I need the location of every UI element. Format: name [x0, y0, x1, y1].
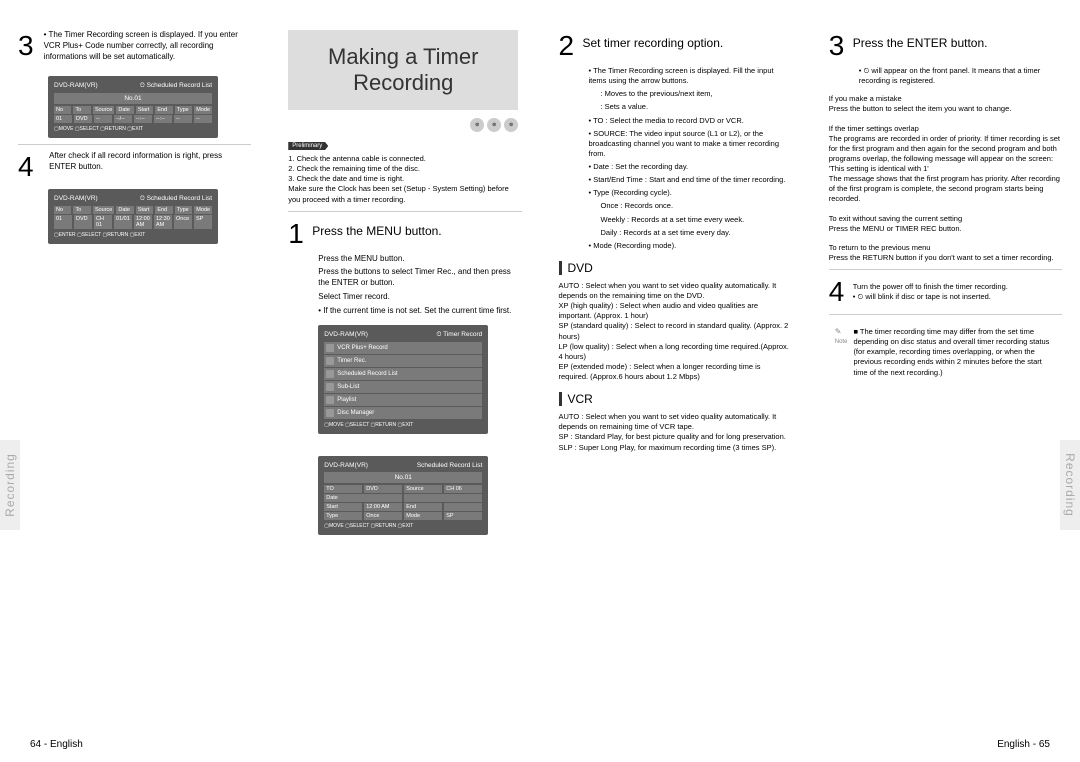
manual-spread: Recording 3 • The Timer Recording screen…: [0, 0, 1080, 762]
step-1: 1 Press the MENU button.: [288, 218, 521, 250]
badge-icon: ⊚: [487, 118, 501, 132]
mistake-head: If you make a mistake: [829, 94, 1062, 104]
preliminary-badge: Preliminary: [288, 142, 328, 150]
column-4: Recording 3 Press the ENTER button. • ⏲ …: [810, 0, 1080, 762]
vcr-body: AUTO : Select when you want to set video…: [559, 412, 792, 453]
return-head: To return to the previous menu: [829, 243, 1062, 253]
step-3-right: 3 Press the ENTER button.: [829, 30, 1062, 62]
menu-icon: [326, 357, 334, 365]
menu-icon: [326, 396, 334, 404]
note-icon-col: ✎ Note: [835, 327, 848, 378]
step-number: 4: [829, 276, 853, 308]
note-box: ✎ Note ■ The timer recording time may di…: [829, 321, 1062, 384]
note-text: ■ The timer recording time may differ fr…: [853, 327, 1056, 378]
side-tab-right: Recording: [1060, 440, 1080, 530]
note-label: Note: [835, 338, 848, 346]
column-3: 2 Set timer recording option. • The Time…: [540, 0, 810, 762]
step-body: After check if all record information is…: [39, 151, 251, 173]
step-number: 3: [829, 30, 853, 62]
step-number: 4: [18, 151, 39, 183]
menu-icon: [326, 383, 334, 391]
ui-scheduled-list-2: DVD-RAM(VR)⏲ Scheduled Record List No To…: [48, 189, 218, 244]
step-2: 2 Set timer recording option.: [559, 30, 792, 62]
left-page: Recording 3 • The Timer Recording screen…: [0, 0, 269, 762]
return-body: Press the RETURN button if you don't wan…: [829, 253, 1062, 263]
overlap-body2: The message shows that the first program…: [829, 174, 1062, 204]
dvd-heading: DVD: [559, 261, 792, 275]
exit-body: Press the MENU or TIMER REC button.: [829, 224, 1062, 234]
menu-icon: [326, 344, 334, 352]
badge-icon: ⊚: [470, 118, 484, 132]
ui-scheduled-list-1: DVD-RAM(VR)⏲ Scheduled Record List No.01…: [48, 76, 218, 138]
step-number: 1: [288, 218, 312, 250]
step-title: Press the ENTER button.: [853, 30, 988, 50]
step-body: • The Timer Recording screen is displaye…: [34, 30, 252, 62]
step-title: Set timer recording option.: [583, 30, 724, 50]
divider: [829, 269, 1062, 270]
menu-icon: [326, 409, 334, 417]
step-3: 3 • The Timer Recording screen is displa…: [18, 30, 251, 70]
step-number: 3: [18, 30, 34, 62]
step-body: • The Timer Recording screen is displaye…: [559, 66, 792, 251]
dvd-body: AUTO : Select when you want to set video…: [559, 281, 792, 382]
preliminary-body: 1. Check the antenna cable is connected.…: [288, 154, 521, 205]
step-body: Press the MENU button. Press the buttons…: [288, 254, 521, 317]
mistake-body: Press the button to select the item you …: [829, 104, 1062, 114]
side-tab-label: Recording: [1063, 453, 1077, 517]
step-4-right: 4 Turn the power off to finish the timer…: [829, 276, 1062, 308]
step-body: Turn the power off to finish the timer r…: [853, 276, 1008, 302]
badge-icon: ⊚: [504, 118, 518, 132]
overlap-section: If the timer settings overlap The progra…: [829, 124, 1062, 205]
divider: [18, 144, 251, 145]
divider: [829, 314, 1062, 315]
ui-scheduled-form: DVD-RAM(VR)Scheduled Record List No.01 T…: [318, 456, 488, 535]
disc-badges: ⊚ ⊚ ⊚: [288, 118, 518, 132]
vcr-heading: VCR: [559, 392, 792, 406]
overlap-body: The programs are recorded in order of pr…: [829, 134, 1062, 175]
step-body: • ⏲ will appear on the front panel. It m…: [829, 66, 1062, 86]
side-tab-left: Recording: [0, 440, 20, 530]
pencil-icon: ✎: [835, 327, 848, 338]
step-4: 4 After check if all record information …: [18, 151, 251, 183]
return-section: To return to the previous menu Press the…: [829, 243, 1062, 263]
exit-head: To exit without saving the current setti…: [829, 214, 1062, 224]
page-footer-left: 64 - English: [30, 739, 83, 750]
mistake-section: If you make a mistake Press the button t…: [829, 94, 1062, 114]
menu-icon: [326, 370, 334, 378]
step-title: Press the MENU button.: [312, 218, 441, 238]
divider: [288, 211, 521, 212]
ui-timer-record-menu: DVD-RAM(VR)⏲ Timer Record VCR Plus+ Reco…: [318, 325, 488, 434]
step-number: 2: [559, 30, 583, 62]
overlap-head: If the timer settings overlap: [829, 124, 1062, 134]
exit-section: To exit without saving the current setti…: [829, 214, 1062, 234]
section-banner: Making a Timer Recording: [288, 30, 518, 110]
column-2: Making a Timer Recording ⊚ ⊚ ⊚ Prelimina…: [269, 0, 539, 762]
page-footer-right: English - 65: [997, 739, 1050, 750]
side-tab-label: Recording: [3, 453, 17, 517]
